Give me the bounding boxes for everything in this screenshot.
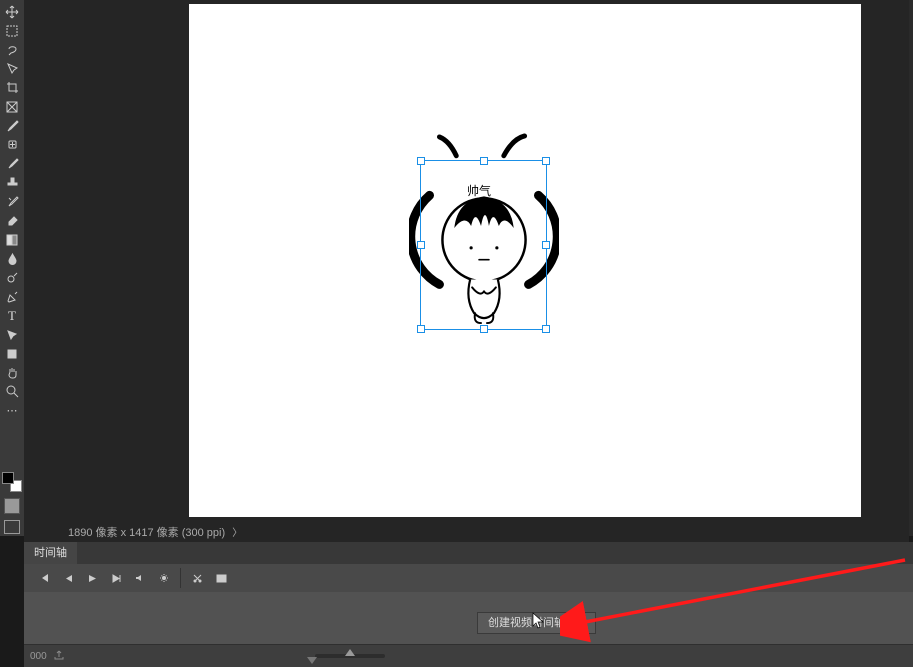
blur-tool-icon[interactable] (1, 249, 23, 268)
create-video-timeline-button[interactable]: 创建视频时间轴 (477, 612, 576, 634)
gradient-tool-icon[interactable] (1, 230, 23, 249)
transition-icon[interactable] (209, 568, 233, 588)
tab-timeline[interactable]: 时间轴 (24, 542, 77, 564)
settings-gear-icon[interactable] (152, 568, 176, 588)
timeline-body: 创建视频时间轴 ▾ (24, 592, 913, 644)
foreground-background-swatch[interactable] (2, 472, 22, 492)
lasso-tool-icon[interactable] (1, 40, 23, 59)
play-icon[interactable] (80, 568, 104, 588)
timeline-playback-controls (24, 564, 913, 592)
frame-tool-icon[interactable] (1, 97, 23, 116)
render-export-icon[interactable] (53, 649, 65, 664)
stamp-tool-icon[interactable] (1, 173, 23, 192)
eraser-tool-icon[interactable] (1, 211, 23, 230)
create-timeline-dropdown-icon[interactable]: ▾ (576, 612, 596, 634)
history-brush-tool-icon[interactable] (1, 192, 23, 211)
hand-tool-icon[interactable] (1, 363, 23, 382)
document-canvas[interactable]: 帅气 (189, 4, 861, 517)
prev-frame-icon[interactable] (56, 568, 80, 588)
quick-mask-icon[interactable] (4, 498, 20, 514)
canvas-workspace: 帅气 (24, 0, 909, 536)
tools-panel: T ⋯ (0, 0, 24, 536)
layer-artwork (409, 131, 559, 329)
go-to-first-frame-icon[interactable] (32, 568, 56, 588)
document-dimensions: 1890 像素 x 1417 像素 (300 ppi) (68, 527, 225, 539)
status-more-icon[interactable]: 〉 (232, 528, 242, 539)
heal-brush-tool-icon[interactable] (1, 135, 23, 154)
timeline-zoom-slider[interactable] (315, 654, 385, 658)
quick-select-tool-icon[interactable] (1, 59, 23, 78)
brush-tool-icon[interactable] (1, 154, 23, 173)
dodge-tool-icon[interactable] (1, 268, 23, 287)
rect-marquee-tool-icon[interactable] (1, 21, 23, 40)
zoom-tool-icon[interactable] (1, 382, 23, 401)
frame-counter: 000 (30, 651, 47, 662)
artwork-text-label: 帅气 (467, 182, 491, 199)
timeline-panel: 时间轴 创建视频时间轴 ▾ 000 (24, 542, 913, 667)
pen-tool-icon[interactable] (1, 287, 23, 306)
path-select-tool-icon[interactable] (1, 325, 23, 344)
timeline-footer: 000 (24, 644, 913, 667)
split-clip-icon[interactable] (185, 568, 209, 588)
move-tool-icon[interactable] (1, 2, 23, 21)
eyedropper-tool-icon[interactable] (1, 116, 23, 135)
type-tool-icon[interactable]: T (1, 306, 23, 325)
crop-tool-icon[interactable] (1, 78, 23, 97)
right-panel-collapse[interactable] (909, 0, 913, 536)
timeline-tabbar: 时间轴 (24, 542, 913, 564)
status-bar: 1890 像素 x 1417 像素 (300 ppi) 〉 (24, 524, 909, 542)
next-frame-icon[interactable] (104, 568, 128, 588)
edit-toolbar-icon[interactable]: ⋯ (1, 401, 23, 420)
shape-tool-icon[interactable] (1, 344, 23, 363)
screen-mode-icon[interactable] (4, 520, 20, 534)
audio-mute-icon[interactable] (128, 568, 152, 588)
